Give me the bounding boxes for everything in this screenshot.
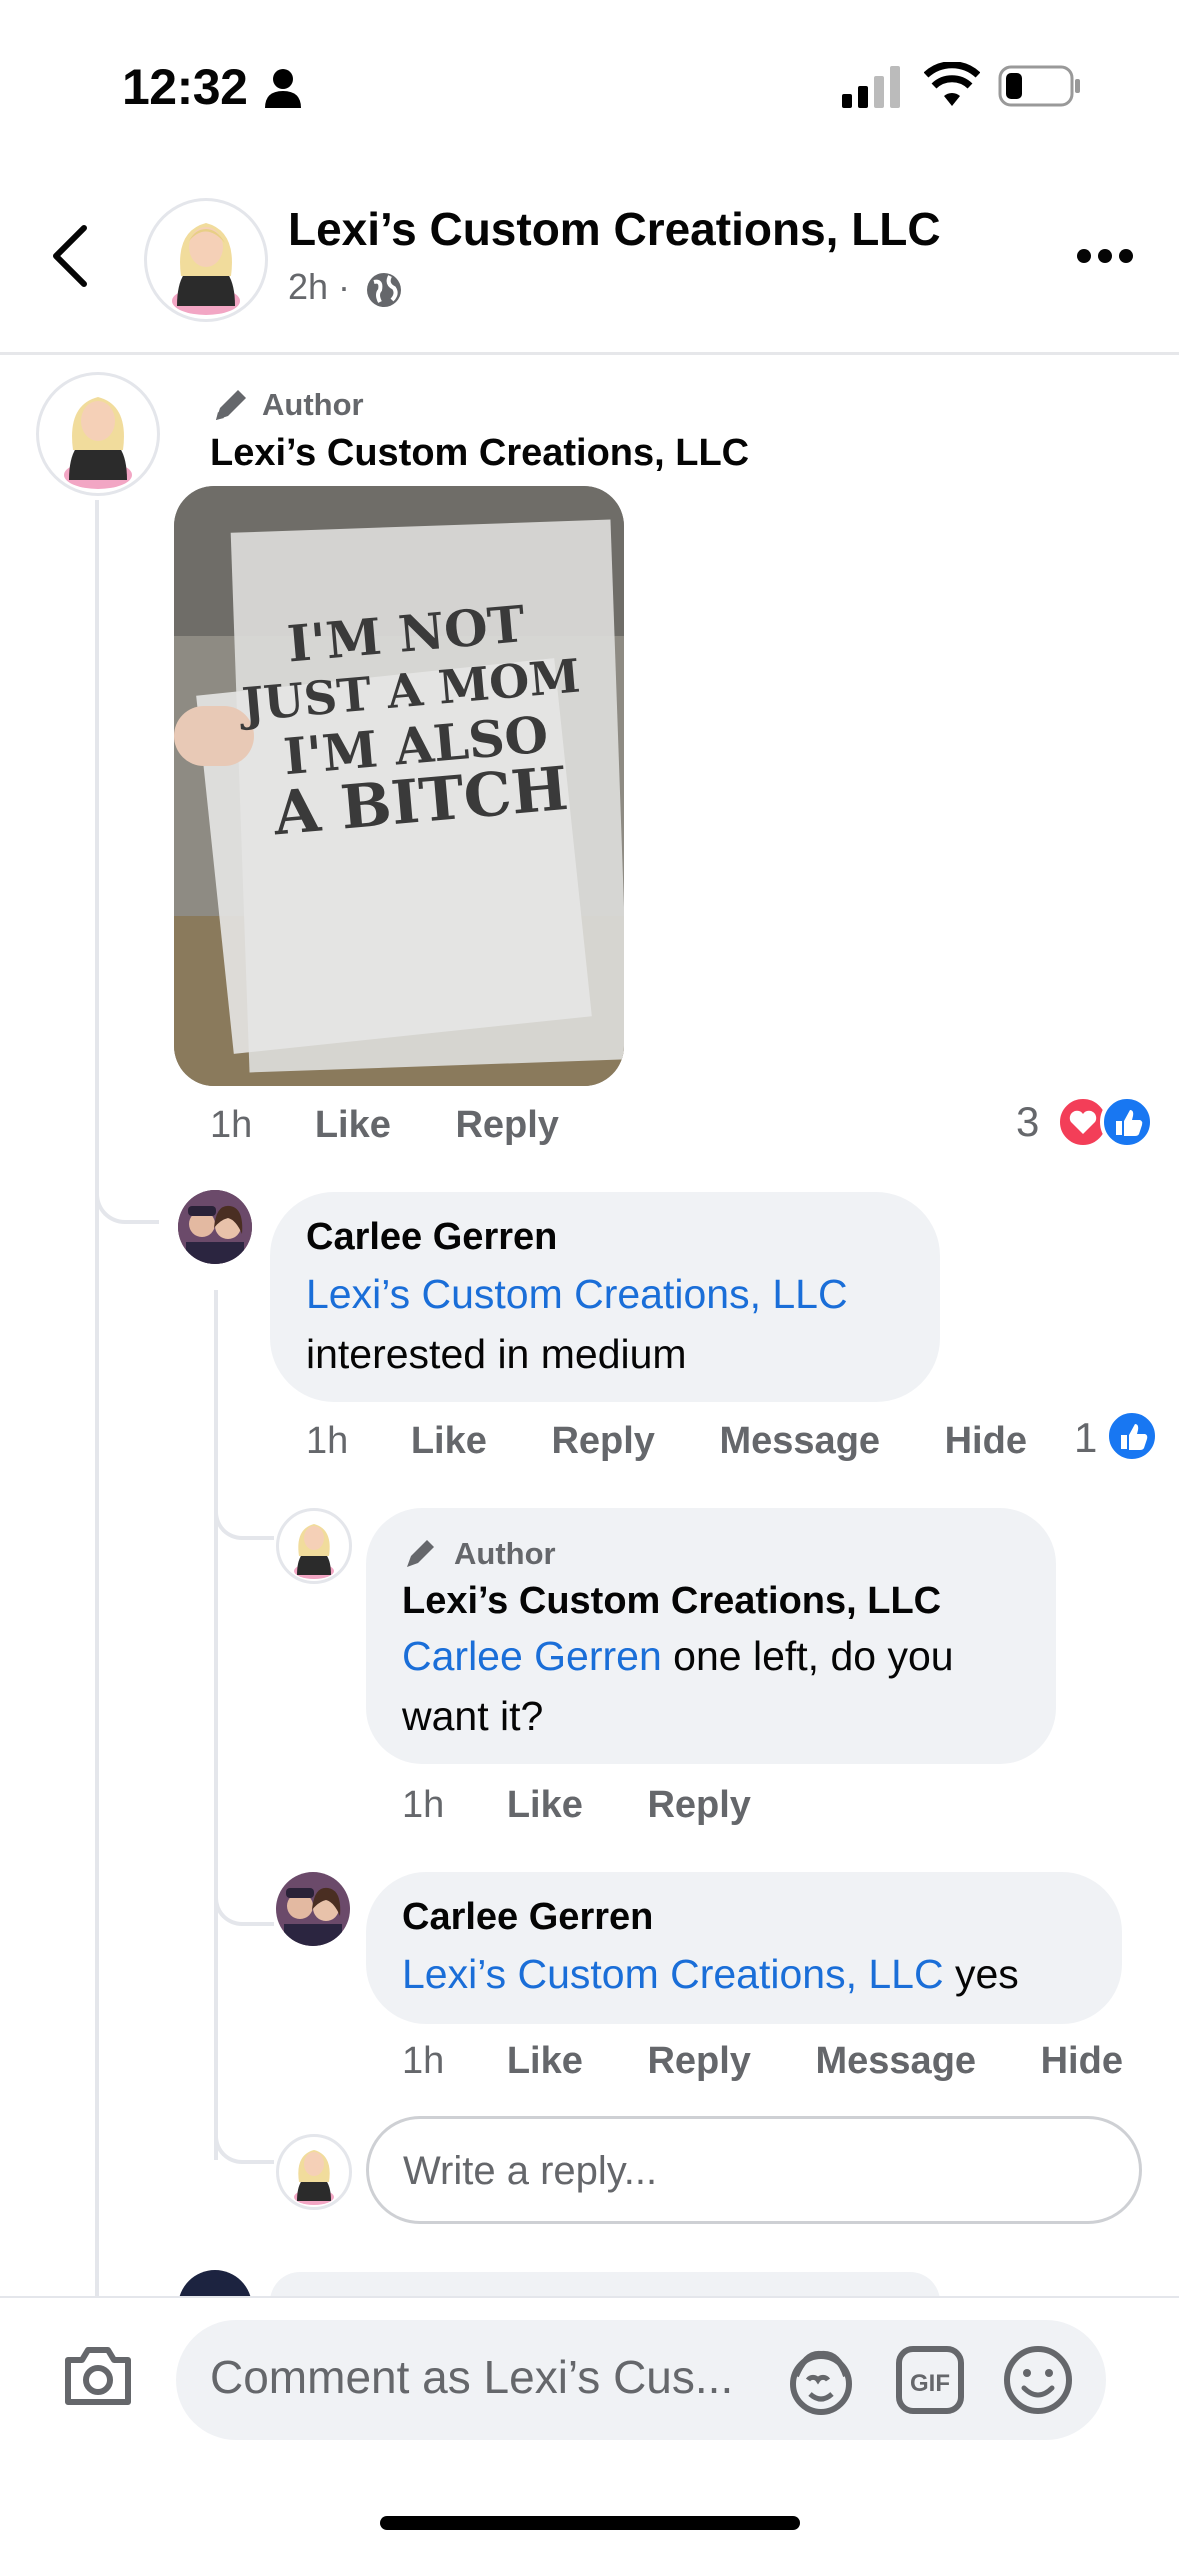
- reactions-love-like-icon[interactable]: [1056, 1094, 1156, 1150]
- comment-text: interested in medium: [306, 1331, 687, 1377]
- reply-actions: 1h Like Reply: [402, 1784, 805, 1827]
- camera-icon[interactable]: [62, 2344, 134, 2406]
- thread-connector: [214, 1480, 274, 1540]
- cartoon-avatar-icon: [147, 201, 265, 319]
- thread-connector: [95, 1160, 159, 1224]
- svg-text:GIF: GIF: [910, 2370, 950, 2397]
- battery-icon: [998, 65, 1080, 107]
- comment-time: 1h: [402, 1784, 445, 1826]
- back-arrow-icon[interactable]: [48, 224, 92, 288]
- author-badge: Author: [454, 1536, 556, 1571]
- reaction-count[interactable]: 3: [1016, 1098, 1039, 1146]
- commenter-name[interactable]: Lexi’s Custom Creations, LLC: [210, 432, 749, 475]
- reply-button[interactable]: Reply: [455, 1104, 558, 1146]
- reply-button[interactable]: Reply: [551, 1420, 654, 1462]
- reply-input[interactable]: Write a reply...: [366, 2116, 1142, 2224]
- reply-actions: 1h Like Reply Message Hide: [306, 1420, 1081, 1463]
- author-pen-icon: [216, 390, 246, 420]
- home-indicator: [380, 2516, 800, 2530]
- avatar-sticker-icon[interactable]: [786, 2346, 856, 2416]
- author-avatar[interactable]: [276, 1508, 352, 1584]
- reply-bubble: Carlee Gerren Lexi’s Custom Creations, L…: [270, 1192, 940, 1402]
- commenter-name[interactable]: Carlee Gerren: [306, 1216, 557, 1259]
- cartoon-avatar-icon: [39, 375, 157, 493]
- like-reaction-icon[interactable]: [1104, 1408, 1160, 1464]
- message-button[interactable]: Message: [816, 2040, 977, 2082]
- globe-icon: [367, 273, 401, 307]
- current-user-avatar: [276, 2134, 352, 2210]
- hide-button[interactable]: Hide: [945, 1420, 1027, 1462]
- reaction-count[interactable]: 1: [1074, 1414, 1097, 1462]
- cartoon-avatar-icon: [279, 2137, 349, 2207]
- commenter-name[interactable]: Lexi’s Custom Creations, LLC: [402, 1580, 941, 1623]
- author-pen-icon: [407, 1540, 434, 1567]
- mention-link[interactable]: Lexi’s Custom Creations, LLC: [306, 1264, 926, 1324]
- header-divider: [0, 352, 1179, 355]
- more-options-icon[interactable]: [1076, 247, 1134, 265]
- cartoon-avatar-icon: [279, 1511, 349, 1581]
- thread-line-replies: [214, 1290, 218, 2160]
- reply-actions: 1h Like Reply Message Hide: [402, 2040, 1177, 2083]
- wifi-icon: [924, 62, 980, 106]
- hand: [174, 706, 254, 766]
- signal-icon: [842, 66, 900, 108]
- thread-line-main: [95, 500, 99, 2300]
- mention-link[interactable]: Carlee Gerren: [402, 1633, 662, 1679]
- couple-photo-icon: [276, 1872, 350, 1946]
- reply-bubble: Author Lexi’s Custom Creations, LLC Carl…: [366, 1508, 1056, 1764]
- mention-link[interactable]: Lexi’s Custom Creations, LLC: [402, 1951, 944, 1997]
- like-button[interactable]: Like: [411, 1420, 487, 1462]
- comment-photo[interactable]: I'M NOT JUST A MOM I'M ALSO A BITCH: [174, 486, 624, 1086]
- couple-photo-icon: [178, 1190, 252, 1264]
- comment-time: 1h: [402, 2040, 445, 2082]
- comment-time: 1h: [210, 1104, 253, 1146]
- status-time: 12:32: [122, 59, 248, 115]
- reply-button[interactable]: Reply: [647, 2040, 750, 2082]
- reply-button[interactable]: Reply: [647, 1784, 750, 1826]
- like-button[interactable]: Like: [507, 1784, 583, 1826]
- thread-connector: [214, 1866, 274, 1926]
- hide-button[interactable]: Hide: [1041, 2040, 1123, 2082]
- post-time: 2h ·: [288, 266, 351, 307]
- reply-input-placeholder: Write a reply...: [403, 2149, 658, 2193]
- reply-bubble: Carlee Gerren Lexi’s Custom Creations, L…: [366, 1872, 1122, 2024]
- thread-connector: [214, 2104, 274, 2164]
- comment-actions: 1h Like Reply: [210, 1104, 613, 1147]
- commenter-name[interactable]: Carlee Gerren: [402, 1896, 653, 1939]
- like-button[interactable]: Like: [507, 2040, 583, 2082]
- comment-text: yes: [943, 1951, 1019, 1997]
- emoji-icon[interactable]: [1002, 2344, 1074, 2416]
- like-button[interactable]: Like: [315, 1104, 391, 1146]
- comment-time: 1h: [306, 1420, 349, 1462]
- comment-input-placeholder: Comment as Lexi’s Cus...: [210, 2351, 734, 2403]
- page-title[interactable]: Lexi’s Custom Creations, LLC: [288, 202, 941, 256]
- gif-icon[interactable]: GIF: [896, 2346, 964, 2414]
- message-button[interactable]: Message: [720, 1420, 881, 1462]
- page-avatar[interactable]: [144, 198, 268, 322]
- author-badge: Author: [262, 387, 364, 422]
- reply-avatar[interactable]: [178, 1190, 252, 1264]
- author-avatar[interactable]: [36, 372, 160, 496]
- person-icon: [265, 69, 301, 108]
- reply-avatar[interactable]: [276, 1872, 350, 1946]
